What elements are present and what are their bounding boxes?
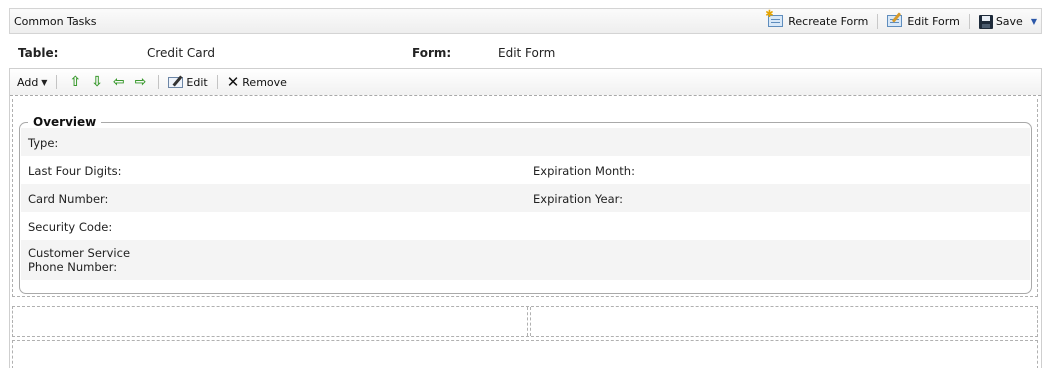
divider — [968, 14, 970, 29]
edit-form-icon — [887, 12, 904, 29]
expiration-month-label: Expiration Month: — [533, 164, 635, 178]
add-button[interactable]: Add ▼ — [15, 72, 49, 92]
save-icon — [978, 14, 993, 29]
security-code-label: Security Code: — [28, 220, 113, 234]
common-tasks-title: Common Tasks — [14, 15, 97, 28]
edit-button[interactable]: Edit — [166, 72, 209, 92]
chevron-down-icon: ▼ — [41, 77, 48, 87]
common-tasks-bar: Common Tasks ✱ Recreate Form Edit Form S… — [9, 8, 1042, 34]
form-designer: Add ▼ ⇧ ⇩ ⇦ ⇨ Edit ✕ Remove Overview Typ… — [9, 68, 1042, 368]
chevron-down-icon[interactable]: ▼ — [1031, 17, 1037, 26]
table-label: Table: — [18, 46, 59, 60]
card-number-label: Card Number: — [28, 192, 109, 206]
form-section-area[interactable]: Overview Type: Last Four Digits: Expirat… — [12, 99, 1038, 297]
remove-label: Remove — [242, 75, 287, 89]
close-icon: ✕ — [226, 73, 240, 91]
edit-form-button[interactable]: Edit Form — [885, 12, 962, 31]
arrow-down-icon[interactable]: ⇩ — [86, 72, 108, 92]
column-divider[interactable] — [527, 307, 531, 336]
divider — [56, 75, 58, 89]
top-actions: ✱ Recreate Form Edit Form Save ▼ — [765, 10, 1039, 31]
form-value: Edit Form — [498, 46, 556, 60]
form-label: Form: — [412, 46, 452, 60]
overview-fieldset[interactable]: Overview Type: Last Four Digits: Expirat… — [19, 115, 1032, 294]
empty-section-row[interactable] — [12, 306, 1038, 337]
divider — [158, 75, 160, 89]
field-row[interactable]: Card Number: Expiration Year: — [21, 184, 1030, 212]
field-row[interactable]: Type: — [21, 128, 1030, 156]
add-label: Add — [17, 75, 39, 89]
form-header: Table: Credit Card Form: Edit Form — [9, 34, 1042, 68]
expiration-year-label: Expiration Year: — [533, 192, 624, 206]
save-button[interactable]: Save ▼ — [977, 12, 1039, 31]
designer-toolbar: Add ▼ ⇧ ⇩ ⇦ ⇨ Edit ✕ Remove — [10, 69, 1041, 96]
overview-legend: Overview — [28, 115, 102, 129]
arrow-up-icon[interactable]: ⇧ — [64, 72, 86, 92]
divider — [877, 14, 879, 29]
last-four-digits-label: Last Four Digits: — [28, 164, 122, 178]
edit-form-label: Edit Form — [907, 15, 960, 28]
save-label: Save — [995, 15, 1023, 28]
divider — [216, 75, 218, 89]
arrow-left-icon[interactable]: ⇦ — [108, 72, 130, 92]
edit-label: Edit — [186, 75, 208, 89]
table-value: Credit Card — [147, 46, 215, 60]
field-row[interactable]: Customer Service Phone Number: — [21, 240, 1030, 280]
recreate-form-button[interactable]: ✱ Recreate Form — [765, 10, 870, 31]
recreate-form-label: Recreate Form — [788, 15, 869, 28]
type-label: Type: — [28, 136, 59, 150]
field-row[interactable]: Security Code: — [21, 212, 1030, 240]
arrow-right-icon[interactable]: ⇨ — [130, 72, 152, 92]
customer-service-label-line2: Phone Number: — [28, 260, 118, 274]
field-row[interactable]: Last Four Digits: Expiration Month: — [21, 156, 1030, 184]
remove-button[interactable]: ✕ Remove — [225, 72, 289, 92]
edit-icon — [168, 76, 184, 88]
customer-service-label-line1: Customer Service — [28, 246, 131, 260]
recreate-form-icon: ✱ — [765, 10, 785, 29]
empty-section-row[interactable] — [12, 340, 1038, 368]
